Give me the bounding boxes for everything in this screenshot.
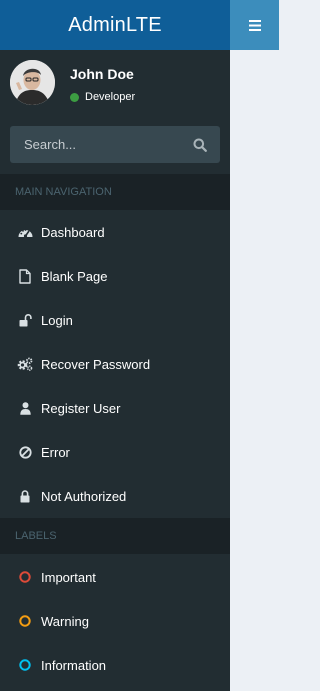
user-status-label: Developer: [85, 91, 136, 103]
sidebar-search: [10, 126, 220, 163]
sidebar-item-register-user[interactable]: Register User: [0, 386, 230, 430]
hamburger-icon: [248, 19, 261, 31]
dashboard-icon: [17, 224, 33, 240]
main-navigation-header: MAIN NAVIGATION: [0, 174, 230, 210]
sidebar-item-label: Login: [41, 312, 73, 328]
app-logo[interactable]: AdminLTE: [0, 0, 230, 50]
sidebar-item-not-authorized[interactable]: Not Authorized: [0, 474, 230, 518]
avatar: [10, 60, 55, 105]
lock-icon: [17, 488, 33, 504]
circle-aqua-icon: [17, 657, 33, 673]
search-input[interactable]: [10, 126, 180, 163]
user-icon: [17, 400, 33, 416]
user-panel: John Doe Developer: [0, 50, 230, 118]
content-area: [230, 50, 279, 691]
user-status: Developer: [70, 91, 135, 103]
labels-header: LABELS: [0, 518, 230, 554]
gears-icon: [17, 356, 33, 372]
sidebar-item-warning[interactable]: Warning: [0, 599, 230, 643]
unlock-icon: [17, 312, 33, 328]
sidebar: John Doe Developer MAIN NAVIGATION: [0, 50, 230, 691]
sidebar-item-recover-password[interactable]: Recover Password: [0, 342, 230, 386]
sidebar-item-label: Blank Page: [41, 268, 108, 284]
sidebar-item-label: Dashboard: [41, 224, 105, 240]
sidebar-item-important[interactable]: Important: [0, 555, 230, 599]
online-status-icon: [70, 92, 79, 102]
app-logo-text: AdminLTE: [68, 13, 162, 36]
sidebar-item-label: Recover Password: [41, 356, 151, 372]
file-icon: [17, 268, 33, 284]
sidebar-item-error[interactable]: Error: [0, 430, 230, 474]
sidebar-item-label: Register User: [41, 400, 121, 416]
user-name: John Doe: [70, 66, 134, 82]
sidebar-item-label: Information: [41, 657, 107, 673]
sidebar-toggle-button[interactable]: [230, 0, 279, 50]
sidebar-item-dashboard[interactable]: Dashboard: [0, 210, 230, 254]
sidebar-item-login[interactable]: Login: [0, 298, 230, 342]
search-button[interactable]: [180, 126, 220, 163]
sidebar-item-information[interactable]: Information: [0, 643, 230, 687]
top-navbar: [230, 0, 279, 50]
sidebar-item-label: Error: [41, 444, 70, 460]
sidebar-item-blank-page[interactable]: Blank Page: [0, 254, 230, 298]
search-icon: [193, 138, 207, 152]
circle-red-icon: [17, 569, 33, 585]
sidebar-item-label: Important: [41, 569, 96, 585]
circle-yellow-icon: [17, 613, 33, 629]
sidebar-item-label: Not Authorized: [41, 488, 127, 504]
sidebar-item-label: Warning: [41, 613, 89, 629]
ban-icon: [17, 444, 33, 460]
